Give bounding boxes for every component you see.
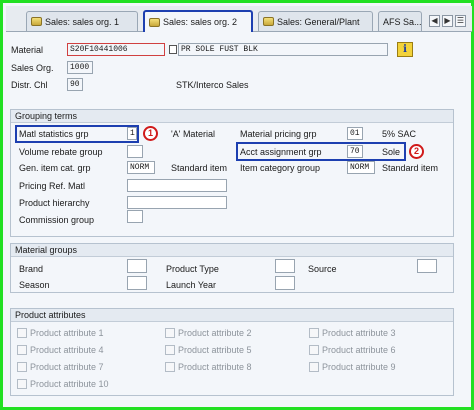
product-attribute-8-checkbox[interactable]	[165, 362, 175, 372]
product-attribute-7-checkbox[interactable]	[17, 362, 27, 372]
material-pricing-grp-label: Material pricing grp	[240, 129, 317, 139]
material-label: Material	[11, 45, 44, 55]
product-attribute-3-label: Product attribute 3	[322, 328, 396, 338]
brand-label: Brand	[19, 264, 44, 274]
launch-year-label: Launch Year	[166, 280, 217, 290]
tab-strip: Sales: sales org. 1 Sales: sales org. 2 …	[6, 6, 472, 32]
pricing-ref-matl-label: Pricing Ref. Matl	[19, 181, 86, 191]
product-attribute-2-checkbox[interactable]	[165, 328, 175, 338]
product-attribute-4-label: Product attribute 4	[30, 345, 104, 355]
distr-chl-description: STK/Interco Sales	[176, 80, 249, 90]
sales-tab-icon	[149, 17, 160, 27]
material-groups-group: Material groups	[10, 243, 454, 293]
product-hierarchy-label: Product hierarchy	[19, 198, 90, 208]
product-attribute-10-label: Product attribute 10	[30, 379, 109, 389]
season-field[interactable]	[127, 276, 147, 290]
callout-badge: 1	[143, 126, 158, 141]
product-attribute-10-checkbox[interactable]	[17, 379, 27, 389]
product-hierarchy-field[interactable]	[127, 196, 227, 209]
material-description-field[interactable]: PR SOLE FUST BLK	[178, 43, 388, 56]
gen-item-cat-grp-description: Standard item	[171, 163, 228, 173]
item-category-group-description: Standard item	[382, 163, 439, 173]
tab-sales-general-plant[interactable]: Sales: General/Plant	[258, 11, 373, 31]
source-label: Source	[308, 264, 337, 274]
product-attribute-6-label: Product attribute 6	[322, 345, 396, 355]
tab-scroll-right-icon[interactable]: ▶	[442, 15, 453, 27]
matl-statistics-grp-field[interactable]: 1	[127, 127, 137, 140]
product-attribute-4-checkbox[interactable]	[17, 345, 27, 355]
group-title: Grouping terms	[11, 110, 453, 123]
product-attribute-3-checkbox[interactable]	[309, 328, 319, 338]
tab-list-icon[interactable]: ☰	[455, 15, 466, 27]
product-attribute-5-checkbox[interactable]	[165, 345, 175, 355]
material-field[interactable]: S20F10441006	[67, 43, 165, 56]
sales-tab-icon	[263, 17, 274, 26]
product-attribute-2-label: Product attribute 2	[178, 328, 252, 338]
gen-item-cat-grp-field[interactable]: NORM	[127, 161, 155, 174]
launch-year-field[interactable]	[275, 276, 295, 290]
commission-group-label: Commission group	[19, 215, 95, 225]
material-pricing-grp-field[interactable]: 01	[347, 127, 363, 140]
acct-assignment-grp-field[interactable]: 70	[347, 145, 363, 158]
brand-field[interactable]	[127, 259, 147, 273]
tab-afs-sales[interactable]: AFS Sa...	[378, 11, 422, 31]
distr-chl-label: Distr. Chl	[11, 80, 48, 90]
volume-rebate-group-label: Volume rebate group	[19, 147, 103, 157]
product-type-field[interactable]	[275, 259, 295, 273]
tab-label: Sales: General/Plant	[277, 16, 360, 27]
product-attribute-1-label: Product attribute 1	[30, 328, 104, 338]
product-attribute-6-checkbox[interactable]	[309, 345, 319, 355]
callout-badge: 2	[409, 144, 424, 159]
pricing-ref-matl-field[interactable]	[127, 179, 227, 192]
volume-rebate-group-field[interactable]	[127, 145, 143, 158]
sales-tab-icon	[31, 17, 42, 26]
tab-scroll-left-icon[interactable]: ◀	[429, 15, 440, 27]
group-title: Material groups	[11, 244, 453, 257]
gen-item-cat-grp-label: Gen. item cat. grp	[19, 163, 91, 173]
season-label: Season	[19, 280, 50, 290]
source-field[interactable]	[417, 259, 437, 273]
product-attribute-5-label: Product attribute 5	[178, 345, 252, 355]
tab-label: AFS Sa...	[383, 16, 422, 27]
product-attribute-9-label: Product attribute 9	[322, 362, 396, 372]
tab-label: Sales: sales org. 1	[45, 16, 120, 27]
item-category-group-field[interactable]: NORM	[347, 161, 375, 174]
product-attribute-1-checkbox[interactable]	[17, 328, 27, 338]
sales-org-field[interactable]: 1000	[67, 61, 93, 74]
tab-label: Sales: sales org. 2	[163, 17, 238, 27]
product-attribute-7-label: Product attribute 7	[30, 362, 104, 372]
info-icon[interactable]: i	[397, 42, 413, 57]
item-category-group-label: Item category group	[240, 163, 321, 173]
sales-org-label: Sales Org.	[11, 63, 54, 73]
acct-assignment-grp-description: Sole	[382, 147, 401, 157]
distr-chl-field[interactable]: 90	[67, 78, 83, 91]
matl-statistics-grp-label: Matl statistics grp	[19, 129, 89, 139]
product-attribute-9-checkbox[interactable]	[309, 362, 319, 372]
commission-group-field[interactable]	[127, 210, 143, 223]
group-title: Product attributes	[11, 309, 453, 322]
material-pricing-grp-description: 5% SAC	[382, 129, 417, 139]
matl-statistics-grp-description: 'A' Material	[171, 129, 215, 139]
product-attribute-8-label: Product attribute 8	[178, 362, 252, 372]
acct-assignment-grp-label: Acct assignment grp	[240, 147, 322, 157]
tab-sales-org-2[interactable]: Sales: sales org. 2	[143, 10, 253, 32]
tab-sales-org-1[interactable]: Sales: sales org. 1	[26, 11, 138, 31]
main-frame: Sales: sales org. 1 Sales: sales org. 2 …	[0, 0, 474, 410]
long-text-icon[interactable]	[169, 45, 177, 54]
product-type-label: Product Type	[166, 264, 219, 274]
